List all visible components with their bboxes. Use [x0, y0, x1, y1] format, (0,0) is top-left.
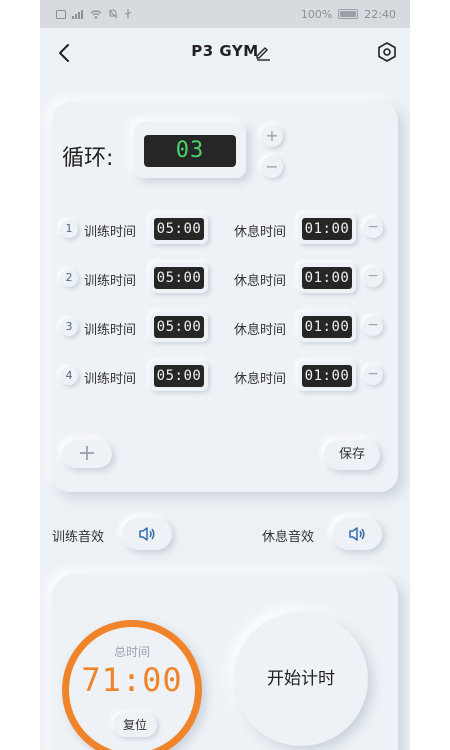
train-time-value: 05:00 [154, 218, 204, 240]
train-time-value: 05:00 [154, 267, 204, 289]
cycle-value: 03 [144, 135, 236, 167]
cycle-decrement-button[interactable]: − [261, 156, 283, 178]
train-time-label: 训练时间 [84, 323, 137, 338]
cycle-label: 循环: [62, 146, 114, 171]
rest-time-label: 休息时间 [234, 323, 287, 338]
interval-number: 4 [60, 367, 78, 385]
status-bar: 100% 22:40 [40, 0, 410, 28]
status-icons [56, 9, 132, 19]
cycle-counter: 03 [134, 122, 246, 178]
train-time-value: 05:00 [154, 365, 204, 387]
train-time-value: 05:00 [154, 316, 204, 338]
train-time-label: 训练时间 [84, 225, 137, 240]
page-title: P3 GYM [191, 42, 259, 60]
train-time-field[interactable]: 05:00 [150, 312, 208, 342]
sound-settings: 训练音效 休息音效 [40, 516, 410, 552]
title-wrap: P3 GYM [40, 41, 410, 60]
interval-row: 1 训练时间 05:00 休息时间 01:00 − [60, 212, 390, 246]
total-time-label: 总时间 [113, 645, 150, 659]
app-header: P3 GYM [40, 28, 410, 78]
speaker-icon [349, 527, 365, 541]
remove-interval-button[interactable]: − [363, 267, 383, 287]
train-time-field[interactable]: 05:00 [150, 214, 208, 244]
rest-sound-toggle[interactable] [332, 518, 382, 550]
speaker-icon [139, 527, 155, 541]
rest-time-label: 休息时间 [234, 372, 287, 387]
total-time-value: 71:00 [81, 661, 183, 699]
rest-sound-label: 休息音效 [262, 530, 315, 545]
battery-icon [338, 9, 359, 19]
hexagon-settings-icon[interactable] [376, 41, 398, 63]
remove-interval-button[interactable]: − [363, 218, 383, 238]
start-timer-button[interactable]: 开始计时 [234, 612, 368, 746]
status-right: 100% 22:40 [301, 8, 396, 21]
add-interval-button[interactable]: + [62, 440, 112, 468]
remove-interval-button[interactable]: − [363, 316, 383, 336]
save-button[interactable]: 保存 [324, 440, 380, 470]
cycle-increment-button[interactable]: + [261, 125, 283, 147]
interval-row: 3 训练时间 05:00 休息时间 01:00 − [60, 310, 390, 344]
interval-row: 4 训练时间 05:00 休息时间 01:00 − [60, 359, 390, 393]
reset-button[interactable]: 复位 [113, 713, 157, 737]
interval-number: 1 [60, 220, 78, 238]
total-time-ring: 总时间 71:00 复位 [62, 620, 202, 750]
train-sound-label: 训练音效 [52, 530, 105, 545]
rest-time-value: 01:00 [302, 267, 352, 289]
wifi-icon [90, 9, 102, 19]
mute-icon [108, 9, 118, 19]
interval-settings-card: 循环: 03 + − 1 训练时间 05:00 休息时间 01:00 − 2 训… [52, 102, 398, 492]
signal-icon [72, 9, 83, 19]
rest-time-value: 01:00 [302, 316, 352, 338]
battery-percent: 100% [300, 7, 333, 21]
rest-time-label: 休息时间 [234, 225, 287, 240]
interval-row: 2 训练时间 05:00 休息时间 01:00 − [60, 261, 390, 295]
remove-interval-button[interactable]: − [363, 365, 383, 385]
phone-screen: 100% 22:40 P3 GYM 循环: 03 + − 1 训练时间 05:0… [40, 0, 410, 750]
pencil-icon[interactable] [254, 43, 272, 61]
rest-time-value: 01:00 [302, 365, 352, 387]
usb-icon [124, 9, 132, 19]
train-time-field[interactable]: 05:00 [150, 361, 208, 391]
rest-time-field[interactable]: 01:00 [298, 312, 356, 342]
rest-time-field[interactable]: 01:00 [298, 361, 356, 391]
train-sound-toggle[interactable] [122, 518, 172, 550]
train-time-label: 训练时间 [84, 274, 137, 289]
train-time-label: 训练时间 [84, 372, 137, 387]
rest-time-field[interactable]: 01:00 [298, 214, 356, 244]
interval-number: 2 [60, 269, 78, 287]
rest-time-label: 休息时间 [234, 274, 287, 289]
rest-time-value: 01:00 [302, 218, 352, 240]
clock: 22:40 [364, 7, 396, 21]
sim-icon [56, 9, 66, 19]
interval-number: 3 [60, 318, 78, 336]
train-time-field[interactable]: 05:00 [150, 263, 208, 293]
rest-time-field[interactable]: 01:00 [298, 263, 356, 293]
